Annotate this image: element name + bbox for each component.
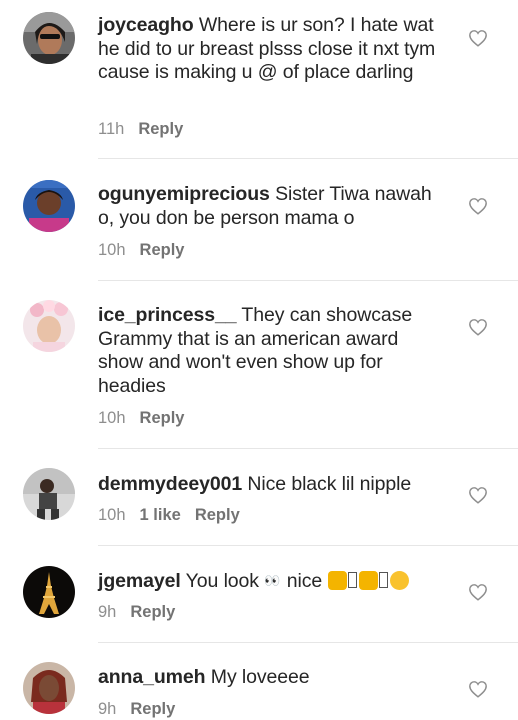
comment-time: 10h	[98, 409, 126, 427]
reply-button[interactable]: Reply	[140, 409, 185, 427]
comment-text: jgemayel You look 👀 nice	[98, 569, 443, 594]
avatar[interactable]	[23, 12, 75, 64]
divider	[98, 158, 518, 159]
avatar[interactable]	[23, 468, 75, 520]
heart-eyes-emoji-icon	[390, 571, 410, 590]
divider	[98, 545, 518, 546]
heart-outline-icon[interactable]	[468, 318, 488, 336]
comment-meta: 11h Reply	[98, 120, 197, 139]
comment-meta: 10h Reply	[98, 409, 198, 428]
heart-outline-icon[interactable]	[468, 680, 488, 698]
comment-meta: 10h Reply	[98, 241, 198, 260]
comment-text: joyceagho Where is ur son? I hate wat he…	[98, 14, 443, 85]
comment-text: anna_umeh My loveeee	[98, 666, 443, 690]
thumbs-up-emoji-icon	[359, 571, 379, 590]
reply-button[interactable]: Reply	[130, 700, 175, 718]
comment-text: demmydeey001 Nice black lil nipple	[98, 473, 443, 497]
avatar[interactable]	[23, 300, 75, 352]
comment-username[interactable]: joyceagho	[98, 14, 194, 36]
comment-time: 11h	[98, 120, 125, 138]
reply-button[interactable]: Reply	[130, 603, 175, 621]
divider	[98, 642, 518, 643]
avatar[interactable]	[23, 180, 75, 232]
comment-text: ice_princess__ They can showcase Grammy …	[98, 304, 443, 398]
comment-username[interactable]: jgemayel	[98, 570, 181, 592]
comment-body: You look	[185, 570, 259, 592]
reply-button[interactable]: Reply	[140, 241, 185, 259]
ok-hand-emoji-icon	[328, 571, 348, 590]
comment-meta: 9h Reply	[98, 603, 189, 622]
avatar[interactable]	[23, 566, 75, 618]
avatar[interactable]	[23, 662, 75, 714]
missing-glyph-icon	[348, 572, 358, 588]
comment-time: 10h	[98, 506, 126, 524]
comment-meta: 9h Reply	[98, 700, 189, 719]
comment-time: 10h	[98, 241, 126, 259]
comment-body: My loveeee	[210, 666, 310, 688]
comment-username[interactable]: ice_princess__	[98, 304, 237, 326]
heart-outline-icon[interactable]	[468, 197, 488, 215]
comment-meta: 10h 1 like Reply	[98, 506, 254, 525]
heart-outline-icon[interactable]	[468, 486, 488, 504]
heart-outline-icon[interactable]	[468, 29, 488, 47]
missing-glyph-icon	[379, 572, 389, 588]
like-count-button[interactable]: 1 like	[140, 506, 181, 524]
comment-body: Nice black lil nipple	[247, 473, 412, 495]
comment-username[interactable]: anna_umeh	[98, 666, 206, 688]
comment-username[interactable]: demmydeey001	[98, 473, 242, 495]
eyes-emoji-icon: 👀	[264, 573, 282, 588]
comment-text: ogunyemiprecious Sister Tiwa nawah o, yo…	[98, 183, 443, 230]
comment-time: 9h	[98, 700, 117, 718]
comment-time: 9h	[98, 603, 117, 621]
comment-body-continued: nice	[286, 570, 323, 592]
divider	[98, 280, 518, 281]
comment-username[interactable]: ogunyemiprecious	[98, 183, 270, 205]
divider	[98, 448, 518, 449]
heart-outline-icon[interactable]	[468, 583, 488, 601]
reply-button[interactable]: Reply	[195, 506, 240, 524]
reply-button[interactable]: Reply	[138, 120, 183, 138]
